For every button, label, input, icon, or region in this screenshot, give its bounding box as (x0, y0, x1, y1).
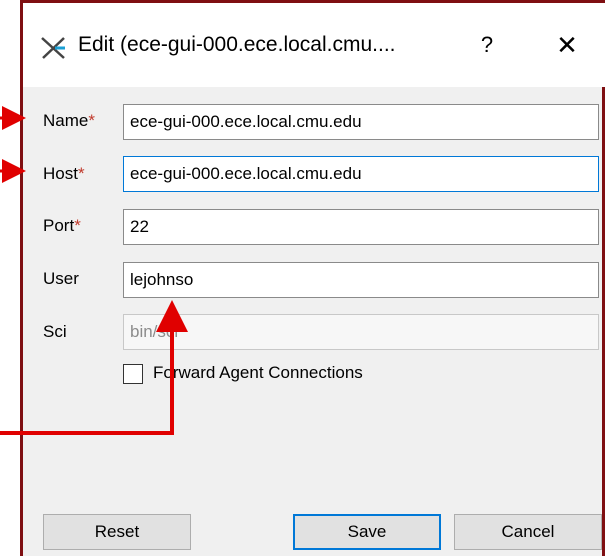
help-button[interactable]: ? (463, 25, 511, 65)
port-field[interactable] (123, 209, 599, 245)
sci-field[interactable] (123, 314, 599, 350)
reset-button[interactable]: Reset (43, 514, 191, 550)
save-button[interactable]: Save (293, 514, 441, 550)
forward-agent-label[interactable]: Forward Agent Connections (153, 363, 363, 383)
required-mark: * (77, 164, 85, 183)
title-bar: Edit (ece-gui-000.ece.local.cmu.... ? ✕ (23, 3, 605, 87)
host-field[interactable] (123, 156, 599, 192)
required-mark: * (88, 111, 95, 130)
user-field[interactable] (123, 262, 599, 298)
forward-agent-checkbox[interactable] (123, 364, 143, 384)
required-mark: * (74, 216, 81, 235)
x-cross-icon (41, 37, 65, 59)
sci-label: Sci (43, 322, 67, 341)
cancel-button[interactable]: Cancel (454, 514, 602, 550)
name-label: Name* (43, 111, 95, 131)
port-label: Port* (43, 216, 81, 236)
host-label: Host* (43, 164, 85, 184)
port-label-text: Port (43, 216, 75, 235)
name-field[interactable] (123, 104, 599, 140)
name-label-text: Name (43, 111, 89, 130)
host-label-text: Host (43, 164, 78, 183)
user-label: User (43, 269, 79, 288)
close-button[interactable]: ✕ (543, 25, 591, 65)
window-title: Edit (ece-gui-000.ece.local.cmu.... (78, 33, 396, 56)
edit-dialog: Edit (ece-gui-000.ece.local.cmu.... ? ✕ … (20, 0, 605, 556)
